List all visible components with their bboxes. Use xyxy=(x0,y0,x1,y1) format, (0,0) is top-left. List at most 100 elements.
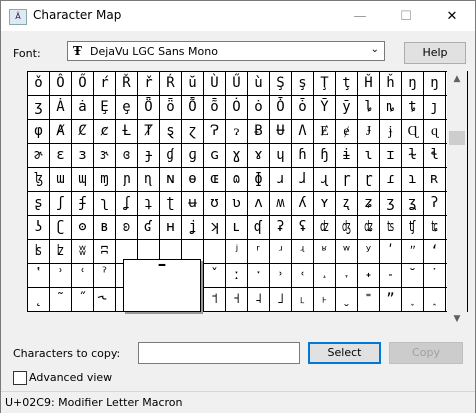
character-cell[interactable]: ˕ xyxy=(336,264,358,288)
character-cell[interactable]: ɮ xyxy=(28,168,50,192)
minimize-button[interactable]: — xyxy=(337,1,383,31)
character-cell[interactable]: ʝ xyxy=(182,216,204,240)
character-cell[interactable]: ʐ xyxy=(336,192,358,216)
help-button[interactable]: Help xyxy=(404,42,466,64)
character-cell[interactable]: ˜ xyxy=(50,288,72,312)
character-cell[interactable]: ɻ xyxy=(314,168,336,192)
character-cell[interactable]: ʭ xyxy=(94,240,116,264)
character-cell[interactable]: ŭ xyxy=(182,72,204,96)
character-cell[interactable]: ˦ xyxy=(204,288,226,312)
character-cell[interactable]: ʸ xyxy=(358,240,380,264)
character-cell[interactable]: ʟ xyxy=(226,216,248,240)
character-cell[interactable]: ʧ xyxy=(402,216,424,240)
character-cell[interactable]: ɽ xyxy=(358,168,380,192)
character-cell[interactable]: ɂ xyxy=(226,120,248,144)
character-cell[interactable]: ˯ xyxy=(402,288,424,312)
character-cell[interactable]: ʡ xyxy=(270,216,292,240)
character-cell[interactable]: ˖ xyxy=(358,264,380,288)
character-cell[interactable]: ȼ xyxy=(94,120,116,144)
character-cell[interactable]: ˘ xyxy=(402,264,424,288)
character-cell[interactable]: Ù xyxy=(204,72,226,96)
character-cell[interactable]: Ⱦ xyxy=(138,120,160,144)
character-cell[interactable]: ʄ xyxy=(72,192,94,216)
advanced-view-checkbox[interactable] xyxy=(13,371,27,385)
character-cell[interactable]: ȷ xyxy=(424,96,446,120)
character-cell[interactable]: Ř xyxy=(116,72,138,96)
character-cell[interactable]: ʵ xyxy=(292,240,314,264)
character-cell[interactable]: Ő xyxy=(72,72,94,96)
character-cell[interactable]: ˛ xyxy=(28,288,50,312)
character-cell[interactable]: ɦ xyxy=(292,144,314,168)
character-cell[interactable]: ʘ xyxy=(72,216,94,240)
character-cell[interactable]: Ȳ xyxy=(314,96,336,120)
character-cell[interactable]: ɼ xyxy=(336,168,358,192)
character-cell[interactable]: ɚ xyxy=(28,144,50,168)
maximize-button[interactable]: ☐ xyxy=(383,1,429,31)
character-cell[interactable]: ɀ xyxy=(182,120,204,144)
character-cell[interactable]: ʹ xyxy=(380,240,402,264)
character-cell[interactable]: ˧ xyxy=(226,288,248,312)
character-cell[interactable]: ȭ xyxy=(204,96,226,120)
character-cell[interactable]: ʑ xyxy=(358,192,380,216)
character-cell[interactable]: ȫ xyxy=(160,96,182,120)
character-cell[interactable]: ˝ xyxy=(72,288,94,312)
character-cell[interactable]: ɲ xyxy=(116,168,138,192)
character-cell[interactable]: Ȼ xyxy=(72,120,94,144)
character-cell[interactable]: ɡ xyxy=(182,144,204,168)
character-cell[interactable]: ɢ xyxy=(204,144,226,168)
character-cell[interactable]: ɋ xyxy=(424,120,446,144)
character-cell[interactable]: ɥ xyxy=(270,144,292,168)
close-button[interactable]: ✕ xyxy=(429,1,475,31)
font-dropdown[interactable]: Ŧ DejaVu LGC Sans Mono ⌄ xyxy=(67,41,385,61)
character-cell[interactable]: ù xyxy=(248,72,270,96)
scroll-up-icon[interactable]: ▲ xyxy=(447,71,467,87)
character-cell[interactable]: ȵ xyxy=(380,96,402,120)
character-cell[interactable]: ȱ xyxy=(292,96,314,120)
character-cell[interactable]: Ȟ xyxy=(358,72,380,96)
character-cell[interactable]: Ŕ xyxy=(160,72,182,96)
character-cell[interactable]: ʤ xyxy=(336,216,358,240)
character-cell[interactable]: ȟ xyxy=(380,72,402,96)
character-cell[interactable]: ɶ xyxy=(204,168,226,192)
character-cell[interactable]: ɾ xyxy=(380,168,402,192)
character-cell[interactable]: Ⱥ xyxy=(50,120,72,144)
character-cell[interactable]: Ȯ xyxy=(226,96,248,120)
character-cell[interactable]: ʪ xyxy=(28,240,50,264)
character-cell[interactable]: ʜ xyxy=(160,216,182,240)
character-cell[interactable]: ǒ xyxy=(28,72,50,96)
character-cell[interactable]: ʚ xyxy=(116,216,138,240)
character-cell[interactable]: ʛ xyxy=(138,216,160,240)
character-cell[interactable]: ˑ xyxy=(248,264,270,288)
character-cell[interactable]: ʢ xyxy=(292,216,314,240)
character-cell[interactable]: Ƀ xyxy=(248,120,270,144)
character-cell[interactable]: ɹ xyxy=(270,168,292,192)
character-cell[interactable]: ʨ xyxy=(424,216,446,240)
character-cell[interactable]: ɝ xyxy=(94,144,116,168)
character-cell[interactable]: Ȭ xyxy=(182,96,204,120)
character-cell[interactable]: ʫ xyxy=(50,240,72,264)
select-button[interactable]: Select xyxy=(308,342,381,364)
character-cell[interactable]: Ô xyxy=(50,72,72,96)
character-grid[interactable]: ǒÔŐŕŘřŔŭÙŰùŞşŢţȞȟŋŋŻʒȦȧȨȩȪȫȬȭȮȯȰȱȲȳȴȵȶȷȸ… xyxy=(27,71,468,327)
character-cell[interactable]: ˨ xyxy=(248,288,270,312)
character-cell[interactable]: ʔ xyxy=(424,192,446,216)
character-cell[interactable]: ʺ xyxy=(402,240,424,264)
character-cell[interactable]: ȯ xyxy=(248,96,270,120)
character-cell[interactable]: Ȧ xyxy=(50,96,72,120)
character-cell[interactable]: ɧ xyxy=(314,144,336,168)
character-cell[interactable]: ʃ xyxy=(50,192,72,216)
character-cell[interactable]: ʂ xyxy=(28,192,50,216)
character-cell[interactable]: ˩ xyxy=(270,288,292,312)
grid-scrollbar[interactable]: ▲ ▼ xyxy=(447,71,467,327)
character-cell[interactable]: ɳ xyxy=(138,168,160,192)
character-cell[interactable]: ɇ xyxy=(336,120,358,144)
character-cell[interactable]: ˪ xyxy=(292,288,314,312)
character-cell[interactable]: ʒ xyxy=(28,96,50,120)
characters-to-copy-input[interactable] xyxy=(138,342,300,364)
character-cell[interactable]: ř xyxy=(138,72,160,96)
character-cell[interactable]: φ xyxy=(28,120,50,144)
character-cell[interactable]: ʒ xyxy=(380,192,402,216)
character-cell[interactable]: ɤ xyxy=(248,144,270,168)
character-cell[interactable]: ʀ xyxy=(424,168,446,192)
character-cell[interactable]: ʞ xyxy=(204,216,226,240)
